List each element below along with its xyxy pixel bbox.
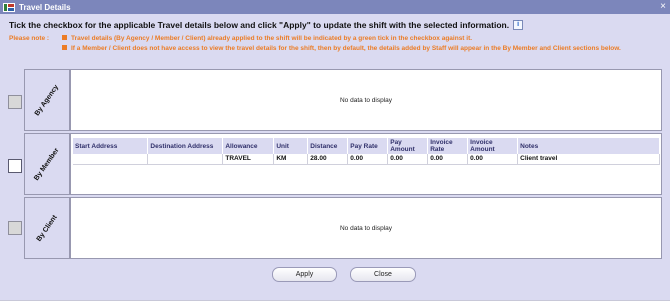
window-title: Travel Details — [19, 2, 71, 12]
close-button[interactable]: Close — [350, 267, 416, 282]
table-cell: 0.00 — [467, 154, 519, 165]
note-text: If a Member / Client does not have acces… — [71, 45, 621, 52]
instruction-heading: Tick the checkbox for the applicable Tra… — [9, 20, 524, 30]
column-header[interactable]: Invoice Rate — [427, 138, 469, 154]
column-header[interactable]: Pay Amount — [387, 138, 429, 154]
table-cell: 28.00 — [307, 154, 349, 165]
section-label-cell: By Client — [24, 197, 70, 259]
note-text: Travel details (By Agency / Member / Cli… — [71, 35, 473, 42]
empty-message: No data to display — [339, 97, 393, 104]
column-header[interactable]: Unit — [273, 138, 309, 154]
table-header-row: Start Address Destination Address Allowa… — [73, 138, 660, 154]
close-icon[interactable]: × — [660, 1, 666, 13]
note-item: If a Member / Client does not have acces… — [62, 45, 652, 53]
dialog-body: Tick the checkbox for the applicable Tra… — [0, 14, 670, 300]
apply-button[interactable]: Apply — [272, 267, 337, 282]
agency-checkbox[interactable] — [8, 95, 22, 109]
table-cell — [147, 154, 224, 165]
client-grid: No data to display — [70, 197, 662, 259]
column-header[interactable]: Distance — [307, 138, 349, 154]
member-checkbox[interactable] — [8, 159, 22, 173]
section-by-member: By Member Start Address Destination Addr… — [8, 133, 662, 195]
table-row[interactable]: TRAVEL KM 28.00 0.00 0.00 0.00 0.00 Clie… — [73, 154, 660, 165]
info-icon[interactable]: i — [513, 20, 524, 30]
column-header[interactable]: Start Address — [73, 138, 149, 154]
app-logo-icon — [2, 2, 16, 12]
bullet-icon — [62, 35, 67, 40]
agency-grid: No data to display — [70, 69, 662, 131]
column-header[interactable]: Notes — [517, 138, 660, 154]
table-cell: 0.00 — [427, 154, 469, 165]
bullet-icon — [62, 45, 67, 50]
column-header[interactable]: Pay Rate — [347, 138, 389, 154]
section-label-cell: By Agency — [24, 69, 70, 131]
section-by-agency: By Agency No data to display — [8, 69, 662, 131]
window-titlebar: Travel Details × — [0, 0, 670, 14]
section-label: By Agency — [33, 83, 61, 117]
member-grid: Start Address Destination Address Allowa… — [70, 133, 662, 195]
note-label: Please note : — [9, 35, 50, 42]
background-strip — [0, 300, 670, 305]
table-cell: KM — [273, 154, 309, 165]
section-label-cell: By Member — [24, 133, 70, 195]
section-label: By Client — [35, 213, 59, 243]
client-checkbox[interactable] — [8, 221, 22, 235]
column-header[interactable]: Destination Address — [147, 138, 224, 154]
note-item: Travel details (By Agency / Member / Cli… — [62, 35, 652, 43]
column-header[interactable]: Allowance — [222, 138, 275, 154]
table-cell: TRAVEL — [222, 154, 275, 165]
empty-message: No data to display — [339, 225, 393, 232]
table-cell: Client travel — [517, 154, 660, 165]
instruction-text: Tick the checkbox for the applicable Tra… — [9, 20, 510, 30]
table-cell: 0.00 — [347, 154, 389, 165]
table-cell — [73, 154, 149, 165]
column-header[interactable]: Invoice Amount — [467, 138, 519, 154]
section-label: By Member — [33, 146, 61, 182]
member-table: Start Address Destination Address Allowa… — [73, 138, 660, 165]
table-cell: 0.00 — [387, 154, 429, 165]
section-by-client: By Client No data to display — [8, 197, 662, 259]
